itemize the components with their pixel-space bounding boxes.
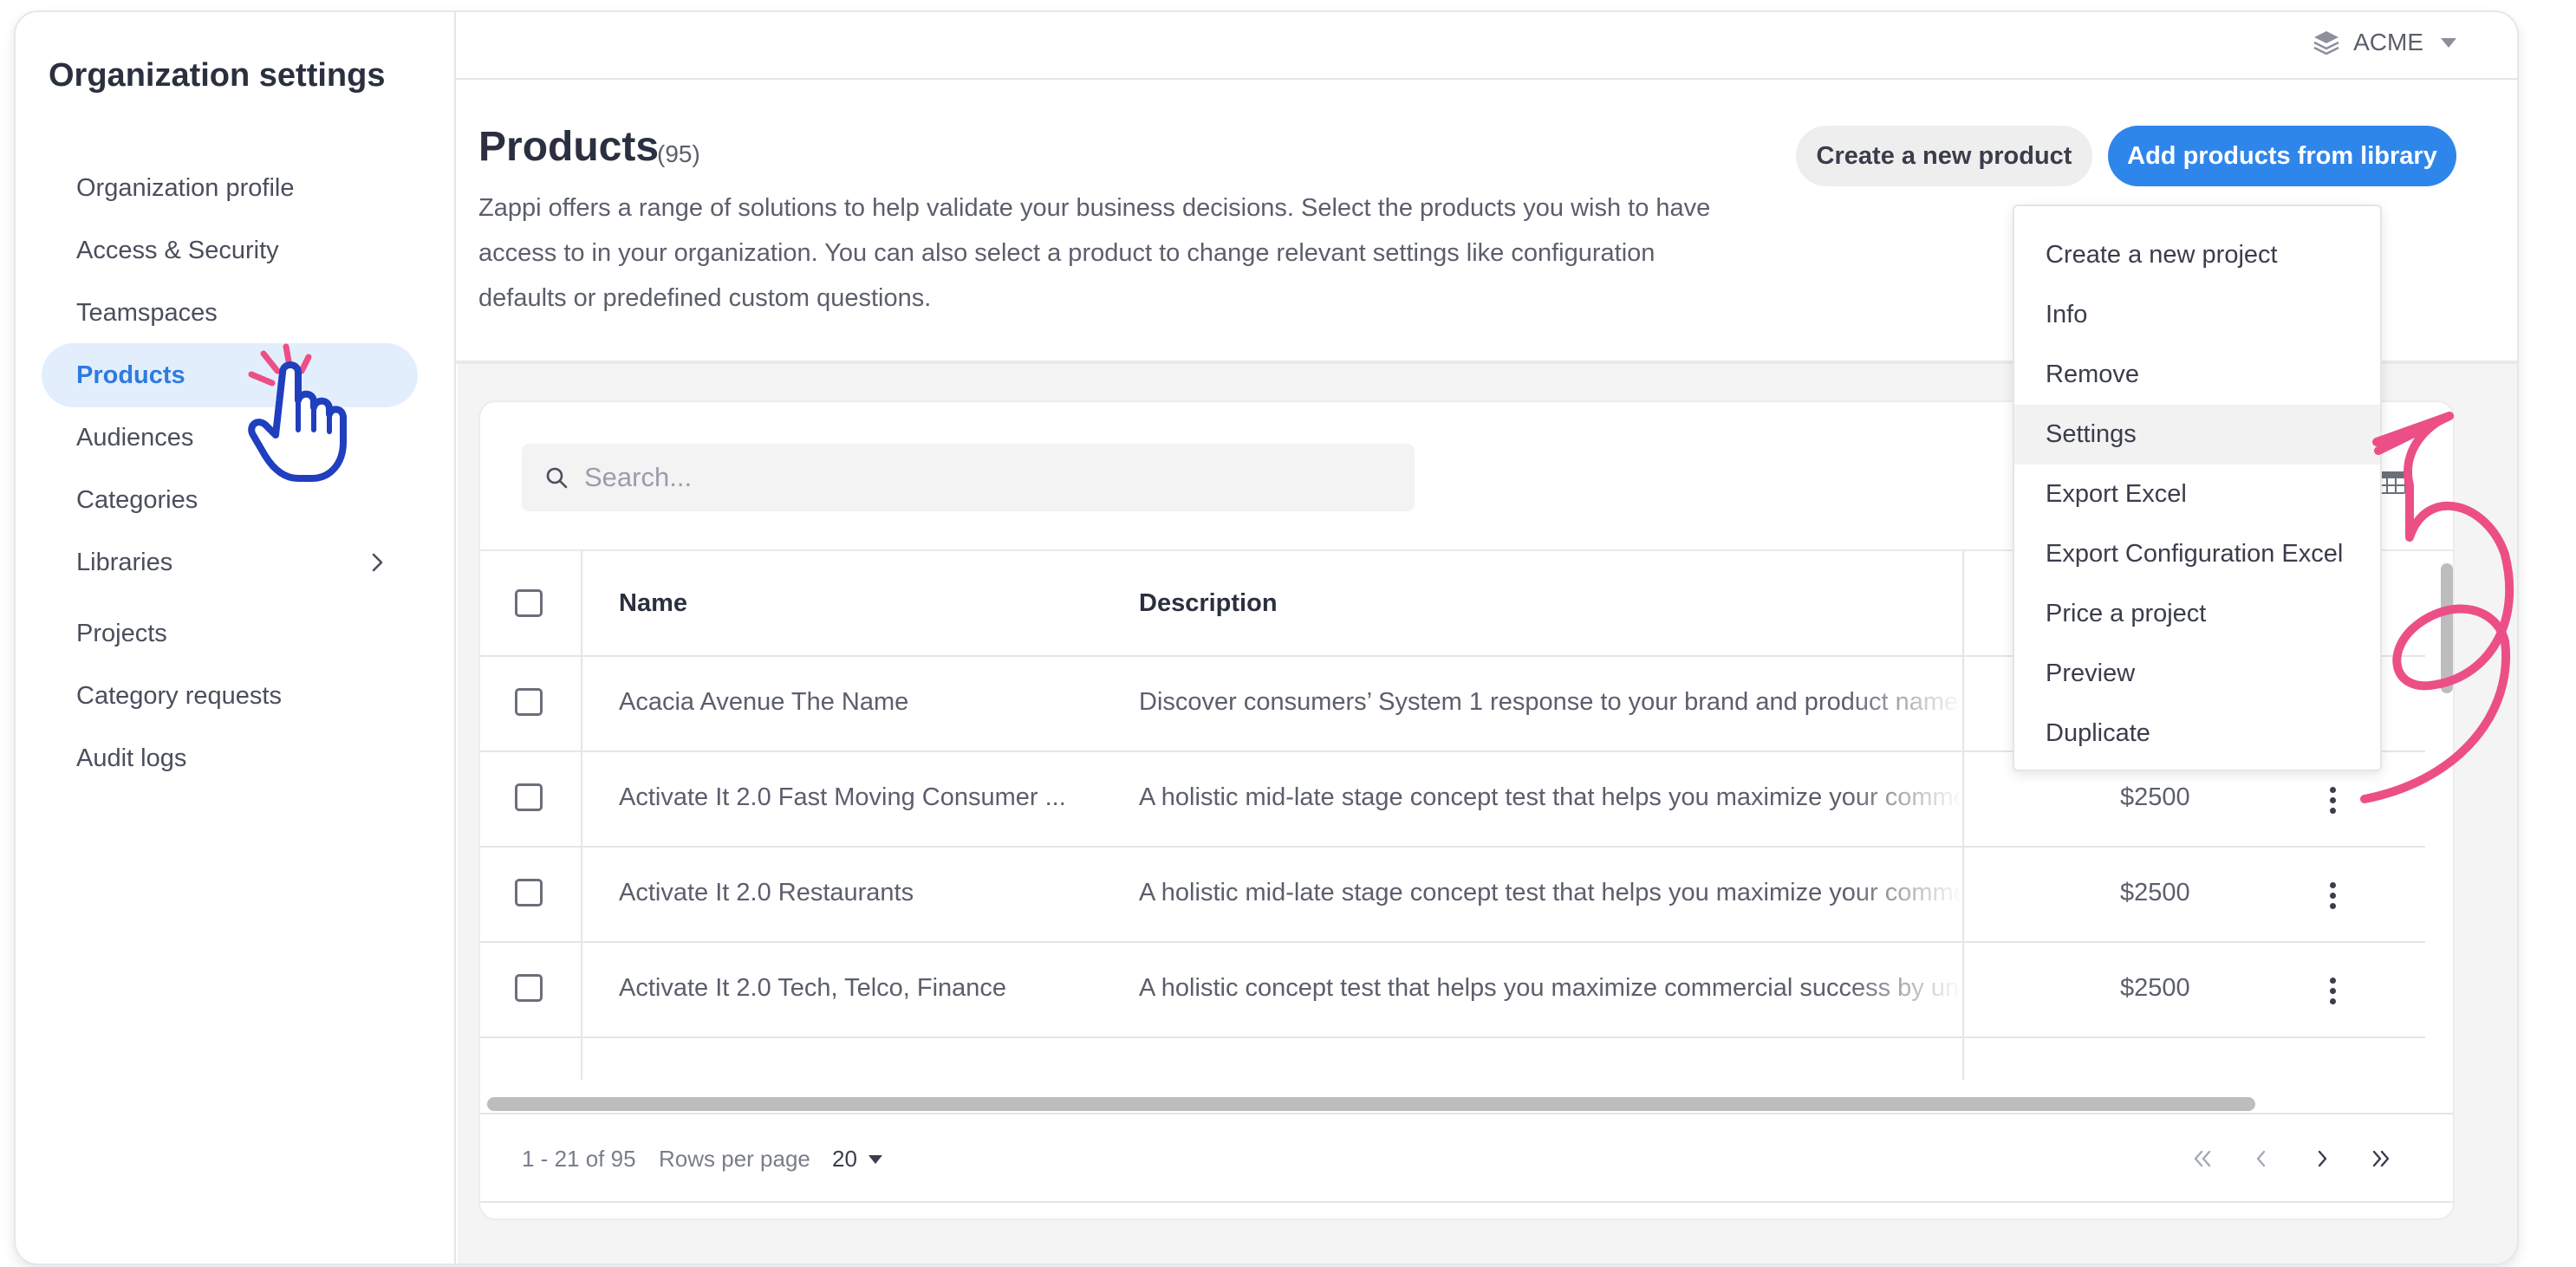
- sidebar-item-projects[interactable]: Projects: [42, 601, 418, 666]
- sidebar-item-label: Category requests: [76, 681, 282, 710]
- sidebar-item-teamspaces[interactable]: Teamspaces: [42, 281, 418, 345]
- row-select-cell: [480, 657, 582, 750]
- row-checkbox[interactable]: [515, 879, 543, 906]
- caret-down-icon[interactable]: [868, 1155, 882, 1164]
- first-page-icon[interactable]: [2188, 1144, 2217, 1173]
- row-actions-icon[interactable]: [2328, 882, 2337, 912]
- pagination-range: 1 - 21 of 95: [522, 1146, 636, 1172]
- select-all-cell: [480, 551, 582, 655]
- product-price: $2500: [2120, 783, 2190, 811]
- create-product-button[interactable]: Create a new product: [1796, 126, 2092, 186]
- vertical-scrollbar[interactable]: [2441, 563, 2453, 693]
- row-checkbox[interactable]: [515, 783, 543, 811]
- settings-sidebar: Organization settings Organization profi…: [16, 12, 456, 1264]
- sidebar-item-label: Libraries: [76, 548, 173, 576]
- row-actions-icon[interactable]: [2328, 978, 2337, 1007]
- product-name: Activate It 2.0 Fast Moving Consumer ...: [619, 783, 1066, 811]
- sidebar-item-label: Projects: [76, 619, 167, 647]
- sidebar-item-organization-profile[interactable]: Organization profile: [42, 156, 418, 220]
- select-all-checkbox[interactable]: [515, 589, 543, 617]
- pagination-bar: 1 - 21 of 95 Rows per page 20: [480, 1113, 2453, 1203]
- horizontal-scrollbar[interactable]: [487, 1097, 2255, 1111]
- menu-item-info[interactable]: Info: [2014, 285, 2380, 345]
- chevron-right-icon: [372, 553, 383, 572]
- sidebar-item-products[interactable]: Products: [42, 343, 418, 407]
- caret-down-icon: [2441, 37, 2456, 48]
- layers-icon: [2313, 31, 2339, 55]
- product-description: A holistic mid-late stage concept test t…: [1139, 783, 1962, 811]
- row-select-cell: [480, 752, 582, 846]
- next-page-icon[interactable]: [2307, 1144, 2337, 1173]
- product-name: Acacia Avenue The Name: [619, 688, 909, 716]
- sidebar-item-label: Products: [76, 361, 185, 389]
- row-checkbox[interactable]: [515, 688, 543, 716]
- product-name: Activate It 2.0 Tech, Telco, Finance: [619, 974, 1007, 1002]
- column-header-name[interactable]: Name: [619, 589, 687, 618]
- menu-item-export-configuration-excel[interactable]: Export Configuration Excel: [2014, 524, 2380, 584]
- product-count: (95): [657, 140, 700, 167]
- product-price: $2500: [2120, 879, 2190, 906]
- last-page-icon[interactable]: [2366, 1144, 2396, 1173]
- row-actions-menu: Create a new project Info Remove Setting…: [2013, 205, 2382, 771]
- search-icon: [546, 467, 568, 489]
- menu-item-remove[interactable]: Remove: [2014, 345, 2380, 405]
- add-from-library-button[interactable]: Add products from library: [2108, 126, 2456, 186]
- rows-per-page-label: Rows per page: [659, 1146, 810, 1172]
- org-name: ACME: [2353, 29, 2423, 55]
- product-description: A holistic concept test that helps you m…: [1139, 974, 1962, 1002]
- column-header-description[interactable]: Description: [1139, 589, 1278, 618]
- sidebar-item-audit-logs[interactable]: Audit logs: [42, 726, 418, 790]
- org-switcher[interactable]: ACME: [2312, 28, 2456, 57]
- menu-item-export-excel[interactable]: Export Excel: [2014, 465, 2380, 524]
- menu-item-price-project[interactable]: Price a project: [2014, 584, 2380, 644]
- table-row[interactable]: Activate It 2.0 Restaurants A holistic m…: [480, 848, 2425, 943]
- row-actions-icon[interactable]: [2328, 787, 2337, 816]
- sidebar-item-label: Audiences: [76, 423, 194, 452]
- menu-item-settings[interactable]: Settings: [2014, 405, 2380, 465]
- menu-item-create-project[interactable]: Create a new project: [2014, 225, 2380, 285]
- search-input[interactable]: [584, 462, 1364, 493]
- top-bar: ACME: [456, 12, 2517, 80]
- sidebar-item-label: Categories: [76, 485, 198, 514]
- row-select-cell: [480, 1038, 582, 1080]
- sidebar-item-access-security[interactable]: Access & Security: [42, 218, 418, 283]
- page-title: Products: [478, 124, 660, 170]
- row-select-cell: [480, 848, 582, 941]
- sidebar-item-libraries[interactable]: Libraries: [42, 530, 418, 595]
- sidebar-item-label: Teamspaces: [76, 298, 218, 327]
- menu-item-duplicate[interactable]: Duplicate: [2014, 704, 2380, 763]
- menu-item-preview[interactable]: Preview: [2014, 644, 2380, 704]
- product-price: $2500: [2120, 974, 2190, 1002]
- row-select-cell: [480, 943, 582, 1036]
- sidebar-item-label: Organization profile: [76, 173, 295, 202]
- sidebar-item-category-requests[interactable]: Category requests: [42, 664, 418, 728]
- sidebar-item-label: Access & Security: [76, 236, 279, 264]
- product-name: Activate It 2.0 Restaurants: [619, 879, 914, 906]
- product-description: A holistic mid-late stage concept test t…: [1139, 879, 1962, 906]
- app-window: Organization settings Organization profi…: [14, 10, 2519, 1265]
- sidebar-item-categories[interactable]: Categories: [42, 468, 418, 532]
- previous-page-icon[interactable]: [2247, 1144, 2276, 1173]
- table-row[interactable]: [480, 1038, 2425, 1080]
- column-divider: [1962, 551, 1964, 1080]
- page-description: Zappi offers a range of solutions to hel…: [478, 194, 1711, 312]
- product-description: Discover consumers’ System 1 response to…: [1139, 688, 1962, 716]
- row-checkbox[interactable]: [515, 974, 543, 1002]
- sidebar-item-audiences[interactable]: Audiences: [42, 406, 418, 470]
- search-field[interactable]: [522, 444, 1415, 511]
- table-row[interactable]: Activate It 2.0 Tech, Telco, Finance A h…: [480, 943, 2425, 1038]
- sidebar-title: Organization settings: [49, 57, 386, 94]
- rows-per-page-select[interactable]: 20: [832, 1146, 857, 1173]
- sidebar-item-label: Audit logs: [76, 744, 187, 772]
